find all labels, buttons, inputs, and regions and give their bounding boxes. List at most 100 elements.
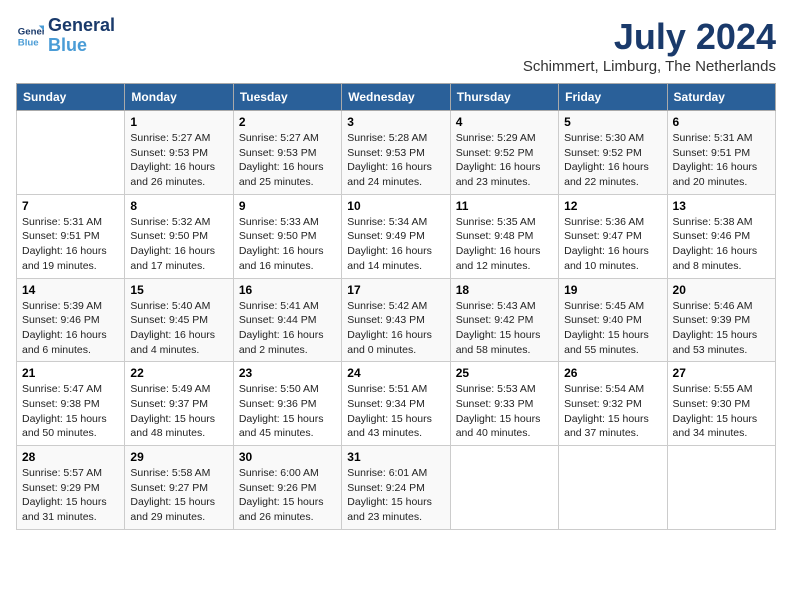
day-info: Sunrise: 5:45 AMSunset: 9:40 PMDaylight:… xyxy=(564,299,661,358)
calendar-week-row: 21 Sunrise: 5:47 AMSunset: 9:38 PMDayligh… xyxy=(17,362,776,446)
logo-icon: General Blue xyxy=(16,22,44,50)
day-header-friday: Friday xyxy=(559,84,667,111)
day-number: 21 xyxy=(22,366,119,380)
calendar-cell: 13Sunrise: 5:38 AMSunset: 9:46 PMDayligh… xyxy=(667,194,775,278)
day-number: 16 xyxy=(239,283,336,297)
day-info: Sunrise: 5:30 AMSunset: 9:52 PMDaylight:… xyxy=(564,131,661,190)
day-info: Sunrise: 5:36 AMSunset: 9:47 PMDaylight:… xyxy=(564,215,661,274)
day-number: 8 xyxy=(130,199,227,213)
day-header-wednesday: Wednesday xyxy=(342,84,450,111)
day-info: Sunrise: 5:34 AMSunset: 9:49 PMDaylight:… xyxy=(347,215,444,274)
calendar-cell: 23Sunrise: 5:50 AMSunset: 9:36 PMDayligh… xyxy=(233,362,341,446)
calendar-cell: 21 Sunrise: 5:47 AMSunset: 9:38 PMDayligh… xyxy=(17,362,125,446)
day-number: 20 xyxy=(673,283,770,297)
calendar-cell: 3 Sunrise: 5:28 AMSunset: 9:53 PMDaylight… xyxy=(342,111,450,195)
location: Schimmert, Limburg, The Netherlands xyxy=(523,58,776,75)
day-info: Sunrise: 5:57 AMSunset: 9:29 PMDaylight:… xyxy=(22,466,119,525)
day-info: Sunrise: 5:47 AMSunset: 9:38 PMDaylight:… xyxy=(22,382,119,441)
day-number: 29 xyxy=(130,450,227,464)
day-number: 3 xyxy=(347,115,444,129)
day-number: 25 xyxy=(456,366,553,380)
calendar-week-row: 14Sunrise: 5:39 AMSunset: 9:46 PMDayligh… xyxy=(17,278,776,362)
day-info: Sunrise: 5:41 AMSunset: 9:44 PMDaylight:… xyxy=(239,299,336,358)
logo: General Blue General Blue xyxy=(16,16,115,56)
day-info: Sunrise: 5:54 AMSunset: 9:32 PMDaylight:… xyxy=(564,382,661,441)
day-number: 23 xyxy=(239,366,336,380)
calendar-cell: 14Sunrise: 5:39 AMSunset: 9:46 PMDayligh… xyxy=(17,278,125,362)
calendar-week-row: 28 Sunrise: 5:57 AMSunset: 9:29 PMDayligh… xyxy=(17,446,776,530)
day-info: Sunrise: 5:32 AMSunset: 9:50 PMDaylight:… xyxy=(130,215,227,274)
day-number: 15 xyxy=(130,283,227,297)
day-info: Sunrise: 5:46 AMSunset: 9:39 PMDaylight:… xyxy=(673,299,770,358)
day-number: 6 xyxy=(673,115,770,129)
calendar-cell: 1 Sunrise: 5:27 AMSunset: 9:53 PMDaylight… xyxy=(125,111,233,195)
day-number: 28 xyxy=(22,450,119,464)
day-info: Sunrise: 5:27 AMSunset: 9:53 PMDaylight:… xyxy=(239,131,336,190)
day-info: Sunrise: 5:29 AMSunset: 9:52 PMDaylight:… xyxy=(456,131,553,190)
day-number: 31 xyxy=(347,450,444,464)
calendar-cell xyxy=(667,446,775,530)
calendar-cell: 27Sunrise: 5:55 AMSunset: 9:30 PMDayligh… xyxy=(667,362,775,446)
calendar-cell: 8 Sunrise: 5:32 AMSunset: 9:50 PMDaylight… xyxy=(125,194,233,278)
calendar-cell: 24 Sunrise: 5:51 AMSunset: 9:34 PMDayligh… xyxy=(342,362,450,446)
calendar-cell: 19 Sunrise: 5:45 AMSunset: 9:40 PMDayligh… xyxy=(559,278,667,362)
calendar-cell xyxy=(17,111,125,195)
day-info: Sunrise: 5:40 AMSunset: 9:45 PMDaylight:… xyxy=(130,299,227,358)
day-number: 9 xyxy=(239,199,336,213)
calendar-cell xyxy=(559,446,667,530)
month-title: July 2024 xyxy=(523,16,776,58)
calendar-cell: 12 Sunrise: 5:36 AMSunset: 9:47 PMDayligh… xyxy=(559,194,667,278)
day-number: 10 xyxy=(347,199,444,213)
calendar-header-row: SundayMondayTuesdayWednesdayThursdayFrid… xyxy=(17,84,776,111)
day-number: 2 xyxy=(239,115,336,129)
day-info: Sunrise: 5:53 AMSunset: 9:33 PMDaylight:… xyxy=(456,382,553,441)
day-info: Sunrise: 5:58 AMSunset: 9:27 PMDaylight:… xyxy=(130,466,227,525)
calendar-cell: 25 Sunrise: 5:53 AMSunset: 9:33 PMDayligh… xyxy=(450,362,558,446)
day-info: Sunrise: 5:43 AMSunset: 9:42 PMDaylight:… xyxy=(456,299,553,358)
day-number: 24 xyxy=(347,366,444,380)
calendar-cell: 29 Sunrise: 5:58 AMSunset: 9:27 PMDayligh… xyxy=(125,446,233,530)
calendar-cell: 6 Sunrise: 5:31 AMSunset: 9:51 PMDaylight… xyxy=(667,111,775,195)
day-header-sunday: Sunday xyxy=(17,84,125,111)
day-info: Sunrise: 5:49 AMSunset: 9:37 PMDaylight:… xyxy=(130,382,227,441)
calendar-cell: 2 Sunrise: 5:27 AMSunset: 9:53 PMDaylight… xyxy=(233,111,341,195)
day-info: Sunrise: 5:39 AMSunset: 9:46 PMDaylight:… xyxy=(22,299,119,358)
calendar-cell: 28 Sunrise: 5:57 AMSunset: 9:29 PMDayligh… xyxy=(17,446,125,530)
calendar-cell: 10 Sunrise: 5:34 AMSunset: 9:49 PMDayligh… xyxy=(342,194,450,278)
day-number: 26 xyxy=(564,366,661,380)
day-number: 12 xyxy=(564,199,661,213)
day-number: 22 xyxy=(130,366,227,380)
calendar-week-row: 7Sunrise: 5:31 AMSunset: 9:51 PMDaylight… xyxy=(17,194,776,278)
day-number: 13 xyxy=(673,199,770,213)
calendar-cell: 16 Sunrise: 5:41 AMSunset: 9:44 PMDayligh… xyxy=(233,278,341,362)
day-number: 30 xyxy=(239,450,336,464)
title-block: July 2024 Schimmert, Limburg, The Nether… xyxy=(523,16,776,75)
calendar-cell: 9 Sunrise: 5:33 AMSunset: 9:50 PMDaylight… xyxy=(233,194,341,278)
day-number: 11 xyxy=(456,199,553,213)
calendar-cell: 5Sunrise: 5:30 AMSunset: 9:52 PMDaylight… xyxy=(559,111,667,195)
calendar-cell xyxy=(450,446,558,530)
calendar-cell: 31Sunrise: 6:01 AMSunset: 9:24 PMDayligh… xyxy=(342,446,450,530)
day-info: Sunrise: 6:00 AMSunset: 9:26 PMDaylight:… xyxy=(239,466,336,525)
calendar-cell: 11 Sunrise: 5:35 AMSunset: 9:48 PMDayligh… xyxy=(450,194,558,278)
day-info: Sunrise: 5:35 AMSunset: 9:48 PMDaylight:… xyxy=(456,215,553,274)
day-info: Sunrise: 5:51 AMSunset: 9:34 PMDaylight:… xyxy=(347,382,444,441)
calendar-cell: 15 Sunrise: 5:40 AMSunset: 9:45 PMDayligh… xyxy=(125,278,233,362)
day-info: Sunrise: 5:33 AMSunset: 9:50 PMDaylight:… xyxy=(239,215,336,274)
calendar-week-row: 1 Sunrise: 5:27 AMSunset: 9:53 PMDaylight… xyxy=(17,111,776,195)
day-number: 19 xyxy=(564,283,661,297)
day-info: Sunrise: 5:31 AMSunset: 9:51 PMDaylight:… xyxy=(673,131,770,190)
day-info: Sunrise: 5:27 AMSunset: 9:53 PMDaylight:… xyxy=(130,131,227,190)
day-number: 1 xyxy=(130,115,227,129)
day-info: Sunrise: 5:28 AMSunset: 9:53 PMDaylight:… xyxy=(347,131,444,190)
calendar-cell: 18Sunrise: 5:43 AMSunset: 9:42 PMDayligh… xyxy=(450,278,558,362)
page-header: General Blue General Blue July 2024 Schi… xyxy=(16,16,776,75)
svg-text:Blue: Blue xyxy=(18,37,39,48)
day-number: 27 xyxy=(673,366,770,380)
day-number: 4 xyxy=(456,115,553,129)
calendar-cell: 7Sunrise: 5:31 AMSunset: 9:51 PMDaylight… xyxy=(17,194,125,278)
day-header-saturday: Saturday xyxy=(667,84,775,111)
calendar-body: 1 Sunrise: 5:27 AMSunset: 9:53 PMDaylight… xyxy=(17,111,776,530)
day-header-tuesday: Tuesday xyxy=(233,84,341,111)
calendar-cell: 22 Sunrise: 5:49 AMSunset: 9:37 PMDayligh… xyxy=(125,362,233,446)
